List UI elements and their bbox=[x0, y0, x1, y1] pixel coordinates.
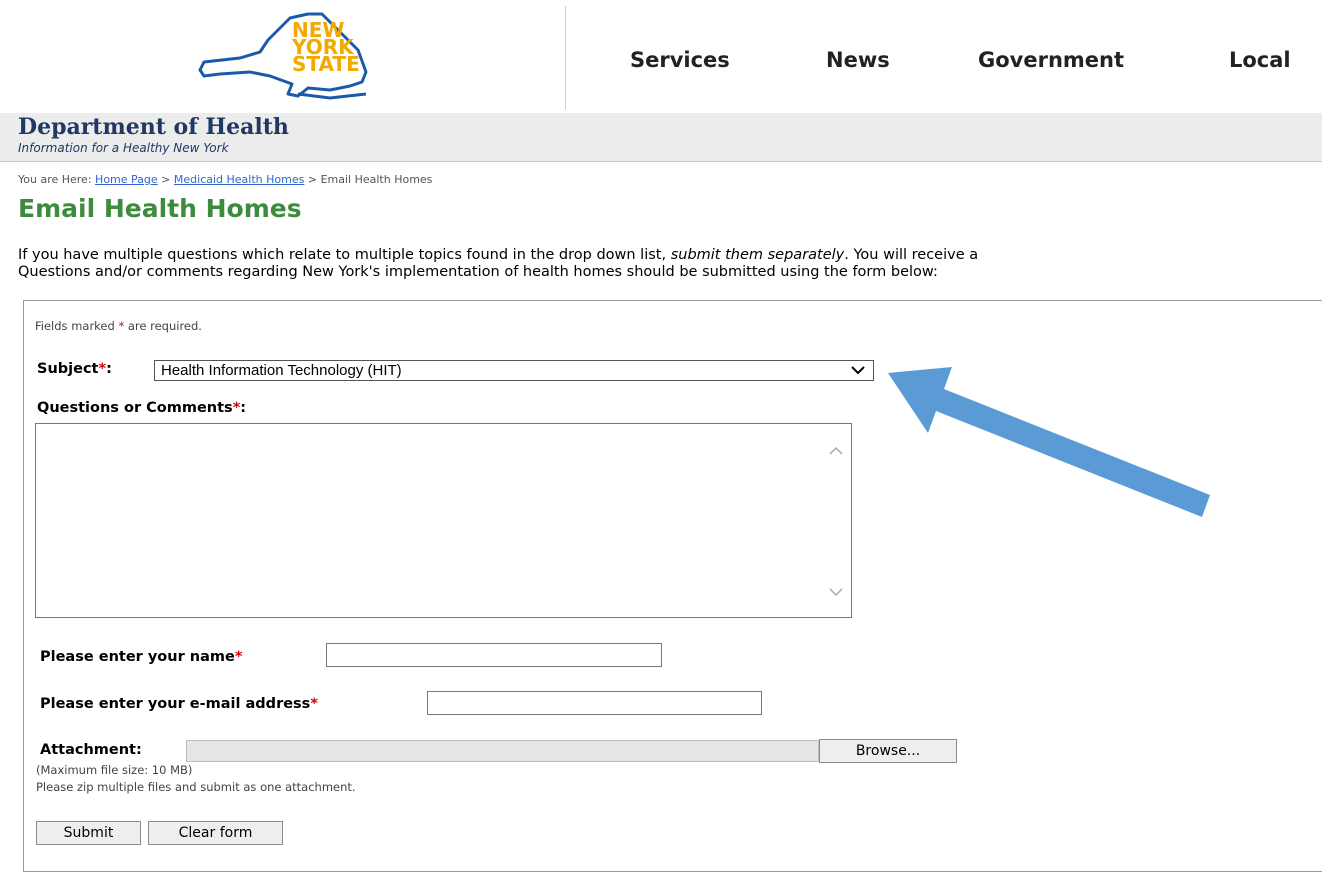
chevron-down-icon bbox=[851, 366, 865, 375]
department-subtitle: Information for a Healthy New York bbox=[18, 141, 229, 155]
nav-services[interactable]: Services bbox=[630, 48, 730, 72]
required-note-text-b: are required. bbox=[124, 319, 202, 333]
intro-line-1-part-a: If you have multiple questions which rel… bbox=[18, 247, 671, 263]
required-star: * bbox=[98, 361, 107, 377]
name-label-text: Please enter your name bbox=[40, 649, 235, 665]
comments-textarea[interactable] bbox=[35, 423, 852, 618]
email-label: Please enter your e-mail address* bbox=[40, 696, 318, 712]
page-title: Email Health Homes bbox=[18, 194, 302, 223]
department-banner: Department of Health Information for a H… bbox=[0, 113, 1322, 162]
browse-button[interactable]: Browse... bbox=[819, 739, 957, 763]
max-file-size-note: (Maximum file size: 10 MB) bbox=[36, 763, 193, 777]
annotation-arrow-icon bbox=[888, 367, 1210, 517]
name-input[interactable] bbox=[326, 643, 662, 667]
intro-emphasis: submit them separately bbox=[670, 247, 845, 263]
name-label: Please enter your name* bbox=[40, 649, 242, 665]
intro-line-1-part-b: . You will receive a bbox=[844, 247, 979, 263]
attachment-file-field[interactable] bbox=[186, 740, 819, 762]
required-fields-note: Fields marked * are required. bbox=[35, 319, 202, 333]
site-header: NEW YORK STATE Services News Government … bbox=[0, 0, 1322, 110]
department-title[interactable]: Department of Health bbox=[18, 114, 289, 140]
nav-local[interactable]: Local bbox=[1229, 48, 1291, 72]
breadcrumb: You are Here: Home Page > Medicaid Healt… bbox=[18, 173, 432, 186]
attachment-label: Attachment: bbox=[40, 742, 142, 758]
comments-label: Questions or Comments*: bbox=[37, 400, 246, 416]
email-input[interactable] bbox=[427, 691, 762, 715]
comments-label-text: Questions or Comments bbox=[37, 400, 233, 416]
scroll-up-icon[interactable] bbox=[829, 446, 843, 456]
clear-form-button[interactable]: Clear form bbox=[148, 821, 283, 845]
subject-label-text: Subject bbox=[37, 361, 99, 377]
label-colon: : bbox=[106, 361, 112, 377]
nav-news[interactable]: News bbox=[826, 48, 890, 72]
breadcrumb-current: Email Health Homes bbox=[320, 173, 433, 186]
breadcrumb-home-link[interactable]: Home Page bbox=[95, 173, 158, 186]
logo-line-3: STATE bbox=[292, 52, 360, 76]
label-colon: : bbox=[240, 400, 247, 416]
intro-text: If you have multiple questions which rel… bbox=[18, 247, 1322, 281]
email-label-text: Please enter your e-mail address bbox=[40, 696, 311, 712]
subject-selected-value: Health Information Technology (HIT) bbox=[161, 362, 402, 379]
nav-government[interactable]: Government bbox=[978, 48, 1124, 72]
logo-wordmark: NEW YORK STATE bbox=[292, 20, 360, 76]
intro-line-2: Questions and/or comments regarding New … bbox=[18, 264, 938, 280]
breadcrumb-health-homes-link[interactable]: Medicaid Health Homes bbox=[174, 173, 304, 186]
nys-logo[interactable]: NEW YORK STATE bbox=[190, 10, 380, 100]
subject-label: Subject*: bbox=[37, 361, 112, 377]
breadcrumb-prefix: You are Here: bbox=[18, 173, 92, 186]
required-star: * bbox=[234, 649, 243, 665]
zip-files-note: Please zip multiple files and submit as … bbox=[36, 780, 356, 794]
scroll-down-icon[interactable] bbox=[829, 587, 843, 597]
subject-select[interactable]: Health Information Technology (HIT) bbox=[154, 360, 874, 381]
breadcrumb-separator: > bbox=[161, 173, 171, 186]
submit-button[interactable]: Submit bbox=[36, 821, 141, 845]
header-divider bbox=[565, 6, 566, 110]
required-note-text-a: Fields marked bbox=[35, 319, 119, 333]
required-star: * bbox=[310, 696, 318, 712]
intro-line-1: If you have multiple questions which rel… bbox=[18, 247, 1322, 264]
breadcrumb-separator: > bbox=[307, 173, 318, 186]
